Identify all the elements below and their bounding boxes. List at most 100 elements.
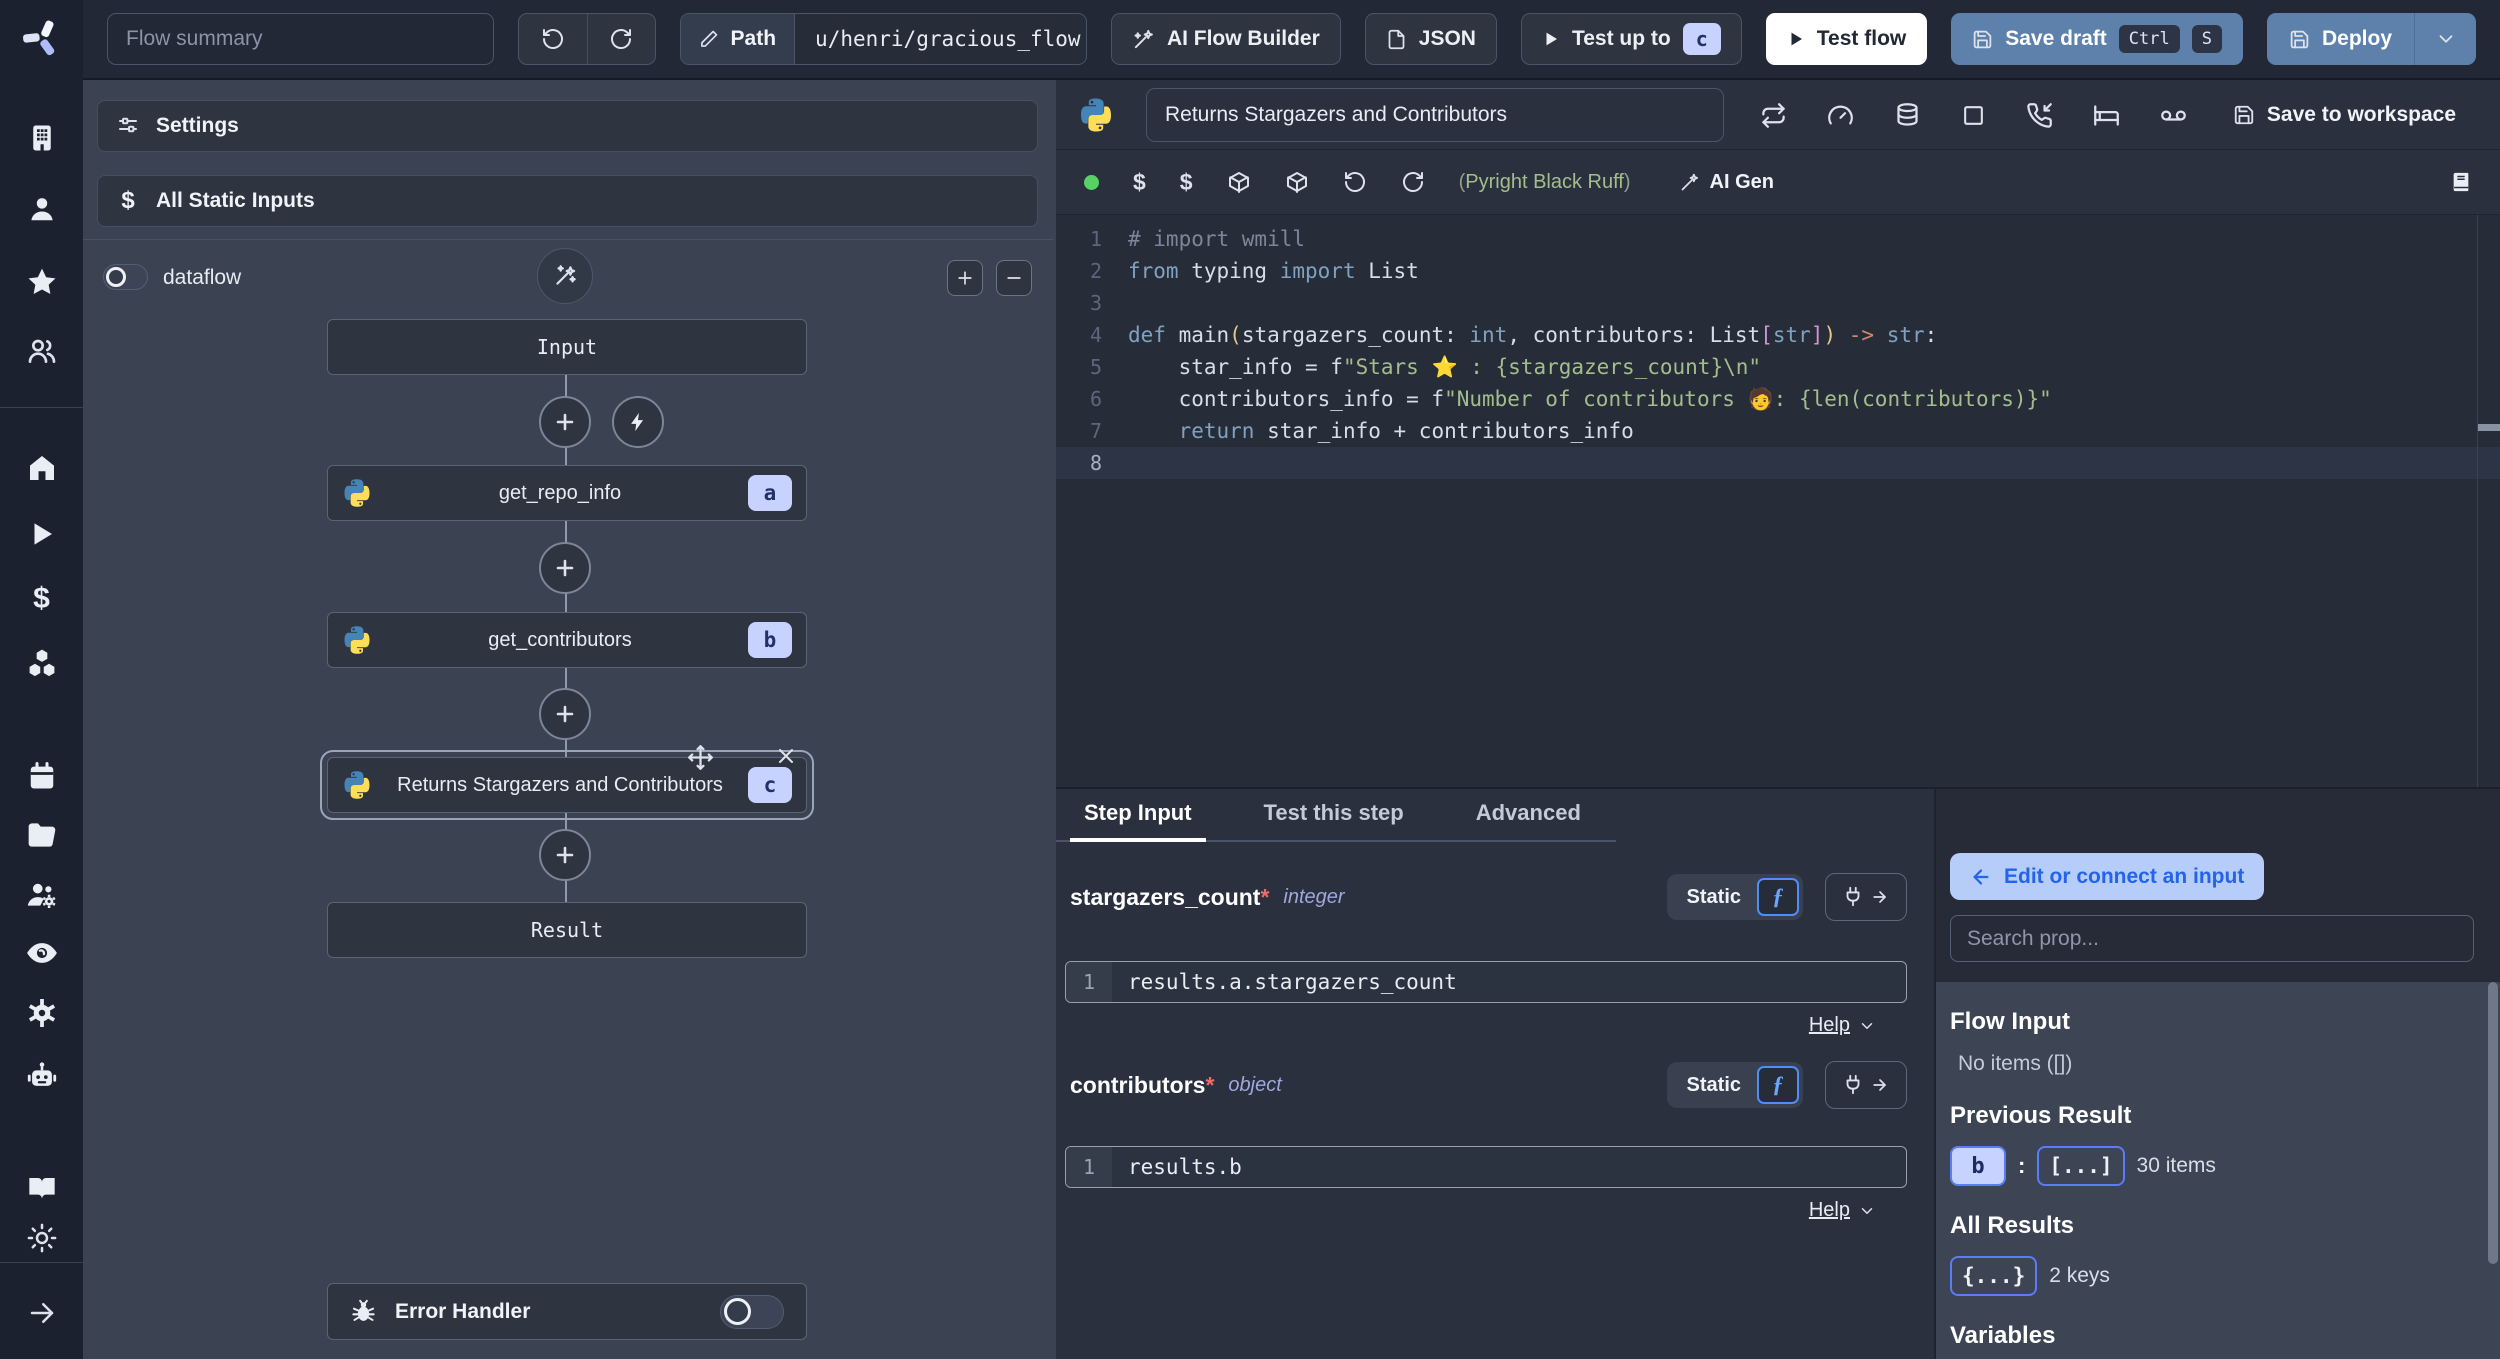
code-editor[interactable]: 1 # import wmill 2 from typing import List 3… [1056, 215, 2500, 787]
expand-sidebar-button[interactable] [0, 1285, 83, 1341]
input-node-label: Input [536, 335, 598, 359]
ai-step-wand-button[interactable] [537, 248, 593, 304]
object-value-badge[interactable]: {...} [1950, 1256, 2038, 1296]
sidebar-item-workspace[interactable] [0, 110, 83, 166]
all-static-inputs-button[interactable]: $ All Static Inputs [97, 175, 1038, 227]
step-title-input[interactable] [1146, 88, 1724, 142]
code-line[interactable]: 4 def main(stargazers_count: int, contrib… [1056, 319, 2500, 351]
sidebar-item-variables[interactable]: $ [0, 571, 83, 627]
undo-button[interactable] [519, 14, 587, 64]
array-value-badge[interactable]: [...] [2037, 1146, 2125, 1186]
flow-summary-input[interactable] [107, 13, 495, 65]
search-prop-input[interactable] [1950, 915, 2474, 962]
zoom-out-button[interactable] [996, 260, 1032, 296]
input-node[interactable]: Input [327, 319, 807, 375]
package-icon[interactable] [1285, 170, 1309, 194]
move-step-handle[interactable] [687, 744, 714, 771]
concurrency-gauge-icon[interactable] [1827, 102, 1854, 129]
timeout-square-icon[interactable] [1961, 103, 1986, 128]
retries-icon[interactable] [1760, 102, 1787, 129]
code-assistants-status[interactable]: (Pyright Black Ruff) [1459, 171, 1631, 194]
result-node[interactable]: Result [327, 902, 807, 958]
test-flow-button[interactable]: Test flow [1765, 13, 1928, 65]
step-node-c-selected[interactable]: Returns Stargazers and Contributors c [320, 745, 814, 820]
add-trigger-button[interactable] [612, 396, 664, 448]
editor-scrollbar-track[interactable] [2477, 215, 2478, 787]
sidebar-item-favorites[interactable] [0, 254, 83, 310]
add-step-button[interactable] [539, 688, 591, 740]
add-step-button[interactable] [539, 829, 591, 881]
resource-picker-button[interactable]: $ [1180, 169, 1193, 196]
error-handler-toggle[interactable] [720, 1294, 784, 1329]
ai-flow-builder-button[interactable]: AI Flow Builder [1110, 13, 1341, 65]
step-node-b[interactable]: get_contributors b [327, 612, 807, 668]
suspend-phone-icon[interactable] [2026, 102, 2053, 129]
sidebar-item-docs[interactable] [0, 1160, 83, 1216]
reload-icon[interactable] [1401, 170, 1425, 194]
cache-database-icon[interactable] [1894, 102, 1921, 129]
save-draft-button[interactable]: Save draft Ctrl S [1951, 13, 2243, 65]
sidebar-item-user[interactable] [0, 181, 83, 237]
sidebar-item-folders[interactable] [0, 806, 83, 862]
connect-input-button[interactable] [1825, 873, 1907, 921]
code-line[interactable]: 3 [1056, 287, 2500, 319]
deploy-options-button[interactable] [2414, 13, 2476, 65]
dataflow-toggle[interactable] [103, 264, 148, 290]
sidebar-item-home[interactable] [0, 440, 83, 496]
mock-voicemail-icon[interactable] [2160, 102, 2187, 129]
sidebar-item-groups[interactable] [0, 323, 83, 379]
step-node-label: get_repo_info [498, 481, 622, 504]
plus-icon [556, 705, 574, 723]
props-scrollbar-thumb[interactable] [2488, 982, 2498, 1264]
delete-step-button[interactable] [774, 744, 798, 768]
tab-test-this-step[interactable]: Test this step [1256, 800, 1412, 842]
windmill-logo[interactable] [0, 10, 83, 66]
step-node-a[interactable]: get_repo_info a [327, 465, 807, 521]
reset-icon[interactable] [1343, 170, 1367, 194]
theme-toggle[interactable] [0, 1210, 83, 1266]
sidebar-item-settings[interactable] [0, 985, 83, 1041]
input-mode-toggle[interactable]: Static ƒ [1666, 874, 1803, 920]
sidebar-item-runs[interactable] [0, 506, 83, 562]
library-icon[interactable] [2450, 171, 2472, 193]
ai-gen-button[interactable]: AI Gen [1679, 171, 1774, 194]
flow-settings-button[interactable]: Settings [97, 100, 1038, 152]
add-step-button[interactable] [539, 396, 591, 448]
package-icon[interactable] [1227, 170, 1251, 194]
sidebar-item-resources[interactable] [0, 635, 83, 691]
deploy-button[interactable]: Deploy [2267, 13, 2414, 65]
test-up-to-button[interactable]: Test up to c [1520, 13, 1742, 65]
zoom-in-button[interactable] [947, 260, 983, 296]
edit-or-connect-button[interactable]: Edit or connect an input [1950, 853, 2265, 900]
result-key-badge[interactable]: b [1950, 1146, 2006, 1186]
code-line[interactable]: 5 star_info = f"Stars ⭐ : {stargazers_co… [1056, 351, 2500, 383]
sidebar-item-schedules[interactable] [0, 748, 83, 804]
add-step-button[interactable] [539, 542, 591, 594]
save-icon [1973, 30, 1992, 48]
redo-button[interactable] [586, 14, 655, 64]
variable-picker-button[interactable]: $ [1133, 169, 1146, 196]
sidebar-item-audit-logs[interactable] [0, 925, 83, 981]
javascript-expr-button[interactable]: ƒ [1757, 1066, 1799, 1104]
path-editor[interactable]: Path u/henri/gracious_flow [679, 13, 1087, 65]
expr-editor-stargazers[interactable]: 1 results.a.stargazers_count [1065, 961, 1907, 1003]
input-mode-toggle[interactable]: Static ƒ [1666, 1062, 1803, 1108]
tab-step-input[interactable]: Step Input [1070, 800, 1206, 842]
code-line[interactable]: 6 contributors_info = f"Number of contri… [1056, 383, 2500, 415]
code-line[interactable]: 8 [1056, 447, 2500, 479]
sidebar-item-workers[interactable] [0, 867, 83, 923]
code-line[interactable]: 1 # import wmill [1056, 223, 2500, 255]
error-handler-node[interactable]: Error Handler [327, 1283, 807, 1340]
expr-editor-contributors[interactable]: 1 results.b [1065, 1146, 1907, 1188]
code-line[interactable]: 2 from typing import List [1056, 255, 2500, 287]
sleep-bed-icon[interactable] [2093, 102, 2120, 129]
save-to-workspace-button[interactable]: Save to workspace [2233, 80, 2456, 150]
help-link[interactable]: Help [1809, 1199, 1876, 1222]
tab-advanced[interactable]: Advanced [1468, 800, 1589, 842]
sidebar-item-ai[interactable] [0, 1048, 83, 1104]
javascript-expr-button[interactable]: ƒ [1757, 878, 1799, 916]
code-line[interactable]: 7 return star_info + contributors_info [1056, 415, 2500, 447]
json-button[interactable]: JSON [1364, 13, 1497, 65]
help-link[interactable]: Help [1809, 1014, 1876, 1037]
connect-input-button[interactable] [1825, 1061, 1907, 1109]
